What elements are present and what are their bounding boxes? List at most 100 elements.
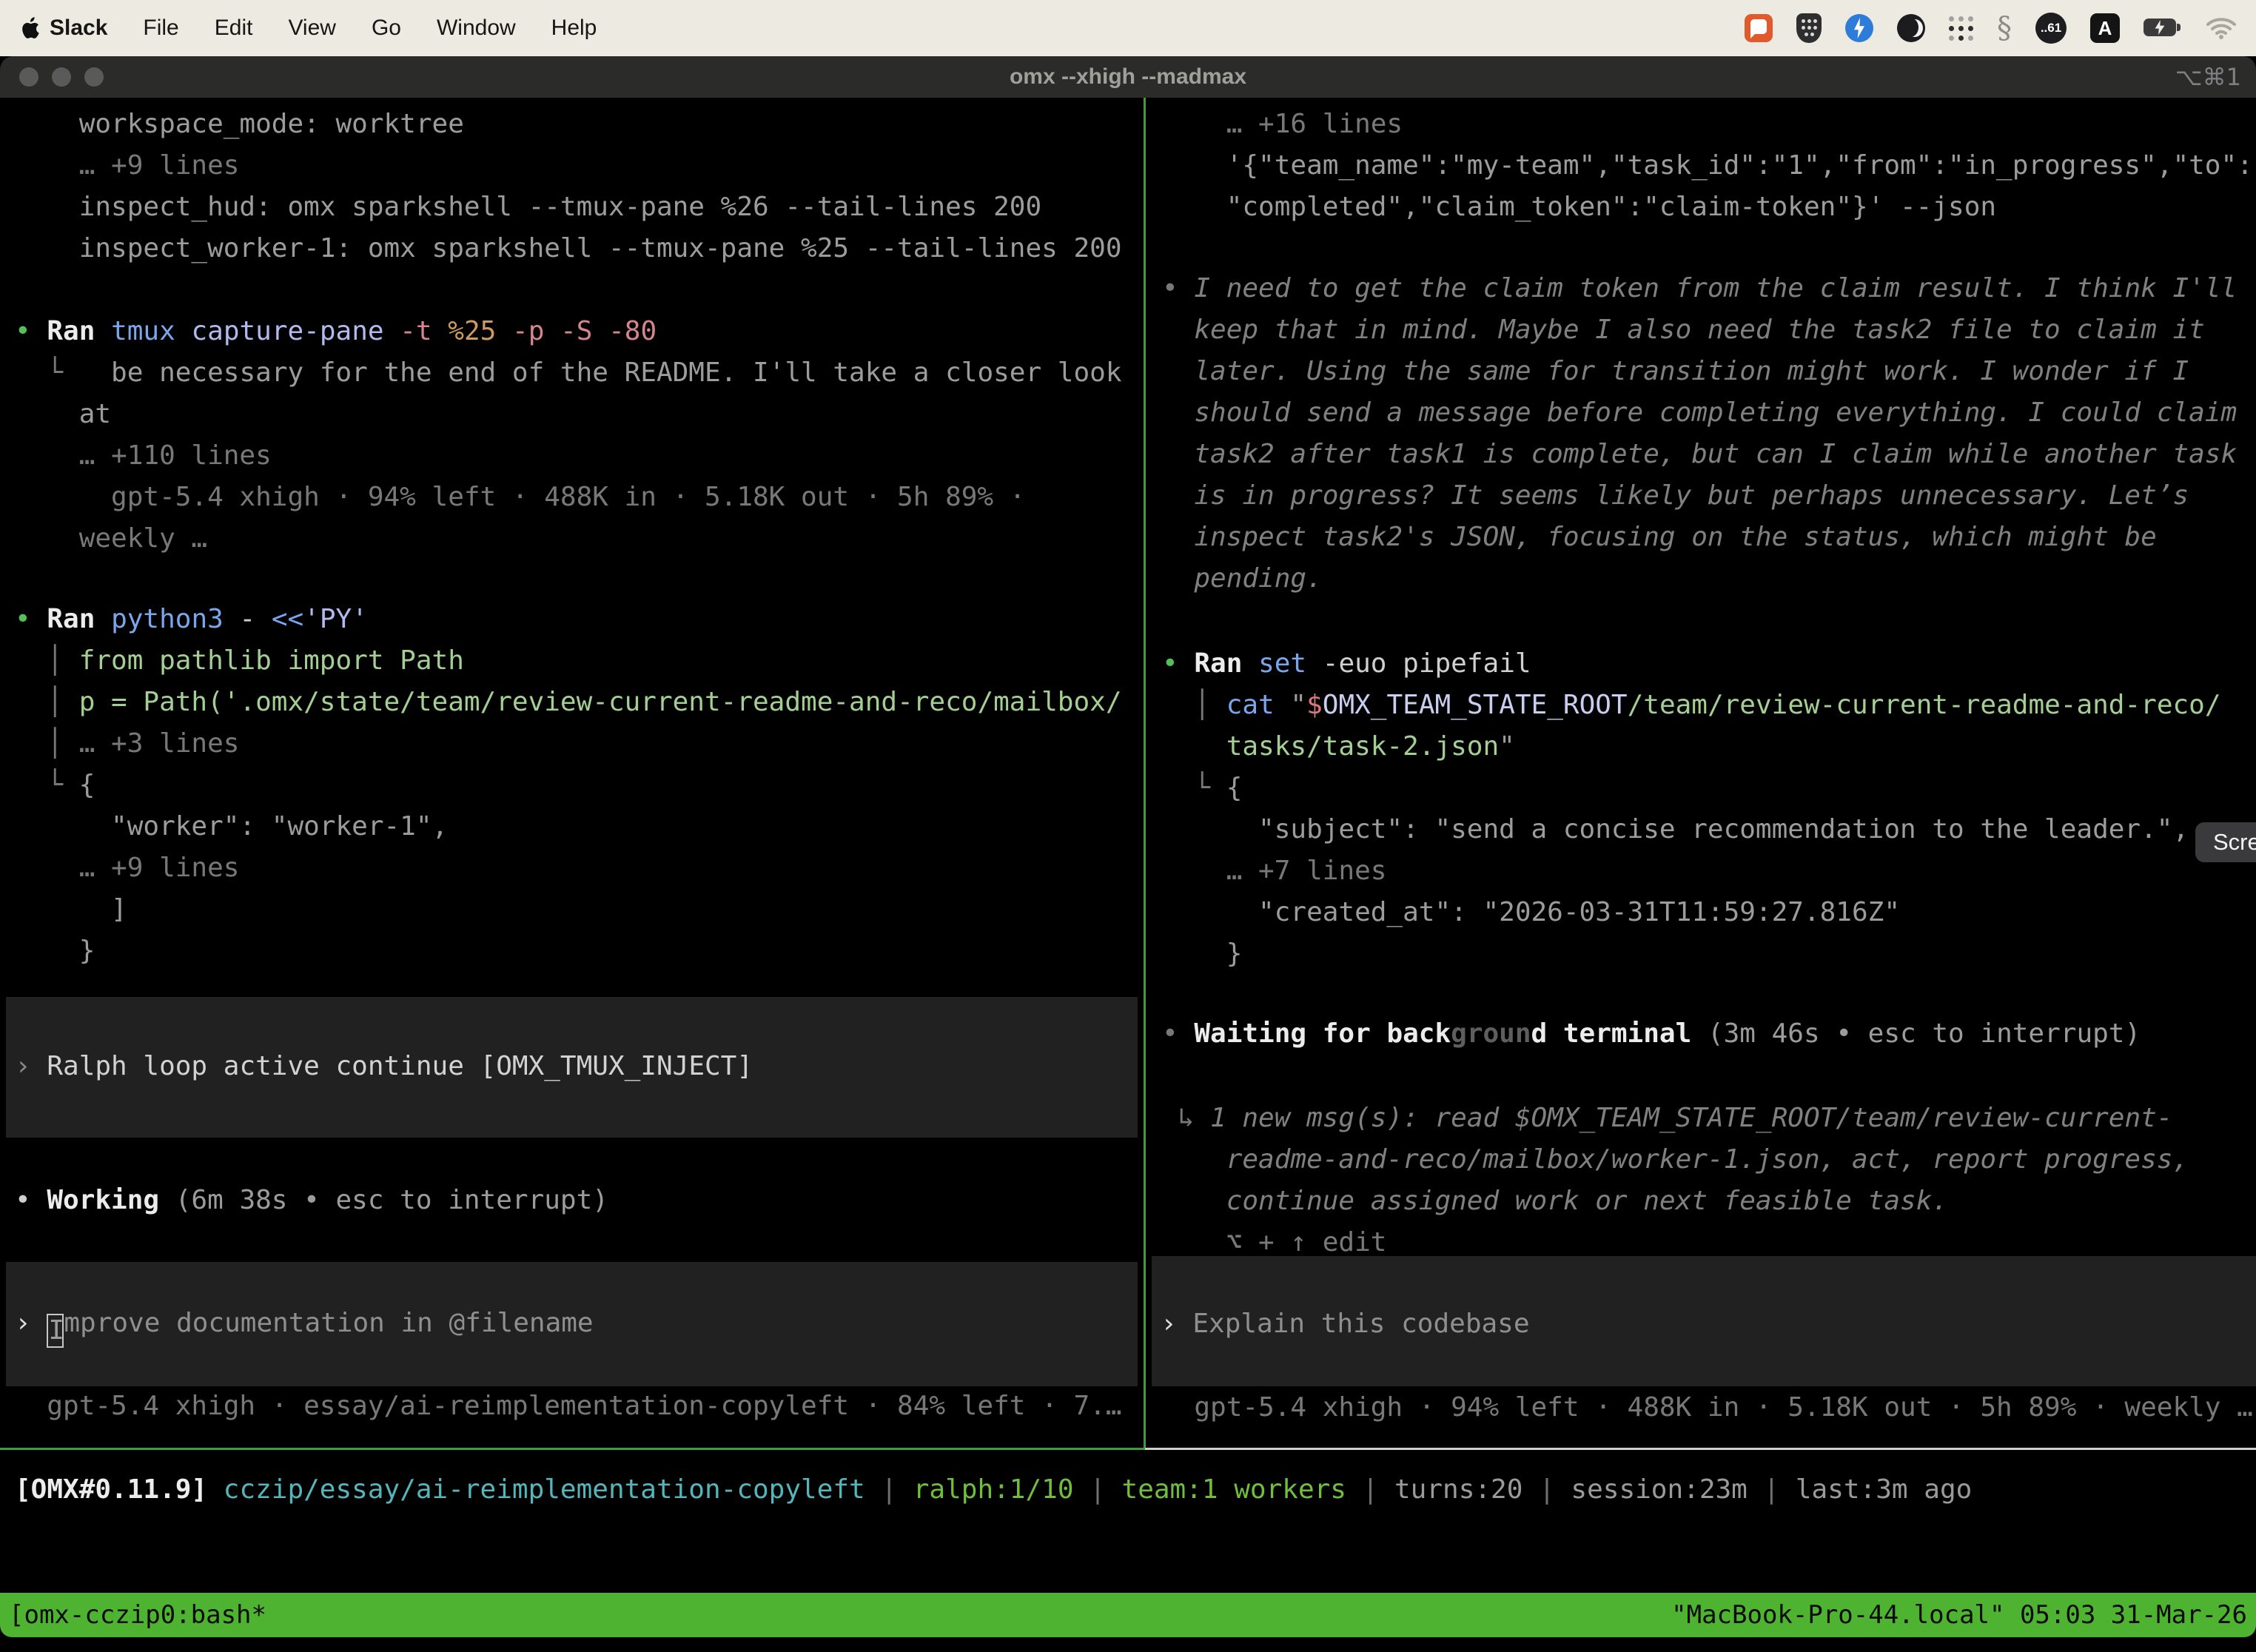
terminal-line: } [15, 930, 1122, 972]
tmux-host-clock-label: "MacBook-Pro-44.local" 05:03 31-Mar-26 [1671, 1600, 2247, 1630]
left-prompt-input-line: › Improve documentation in @filename [15, 1303, 594, 1344]
tmux-vertical-pane-divider[interactable] [1144, 98, 1146, 1448]
menu-app-name[interactable]: Slack [50, 16, 107, 41]
terminal-line: • Ran python3 - <<'PY' [15, 599, 1122, 640]
terminal-line: │ from pathlib import Path [15, 640, 1122, 682]
screen: Slack File Edit View Go Window Help § . [0, 0, 2256, 1652]
ralph-loop-banner-line: › Ralph loop active continue [OMX_TMUX_I… [15, 1046, 753, 1087]
terminal-line: gpt-5.4 xhigh · 94% left · 488K in · 5.1… [1162, 1387, 2253, 1428]
terminal-line: ] [15, 889, 1122, 930]
menu-file[interactable]: File [143, 16, 178, 41]
terminal-line: should send a message before completing … [1162, 392, 2237, 434]
terminal-line: inspect_hud: omx sparkshell --tmux-pane … [15, 187, 1122, 228]
chevron-prompt-icon: › [15, 1308, 47, 1338]
terminal-line: └ be necessary for the end of the README… [15, 352, 1122, 394]
terminal-line: │ cat "$OMX_TEAM_STATE_ROOT/team/review-… [1162, 685, 2221, 726]
terminal-line: … +9 lines [15, 145, 1122, 187]
menu-edit[interactable]: Edit [215, 16, 253, 41]
terminal-line: │ … +3 lines [15, 723, 1122, 765]
window-keystroke-badge: ⌥⌘1 [2175, 56, 2241, 98]
terminal-line: gpt-5.4 xhigh · essay/ai-reimplementatio… [15, 1386, 1122, 1427]
terminal-line: ↳ 1 new msg(s): read $OMX_TEAM_STATE_ROO… [1162, 1098, 2189, 1139]
left-prompt-input[interactable]: › Improve documentation in @filename [6, 1262, 1138, 1386]
dots-grid-icon[interactable] [1949, 16, 1973, 41]
terminal-line: … +7 lines [1162, 850, 2221, 892]
tmux-horizontal-divider-right[interactable] [1145, 1448, 2256, 1450]
menu-window[interactable]: Window [437, 16, 516, 41]
dark-crescent-icon[interactable] [1897, 14, 1925, 42]
terminal-line: pending. [1162, 558, 2237, 600]
screen-overlay-button[interactable]: Scre [2195, 822, 2256, 862]
terminal-line: └ { [1162, 768, 2221, 809]
apple-menu-icon[interactable] [19, 16, 39, 40]
ralph-loop-banner: › Ralph loop active continue [OMX_TMUX_I… [6, 997, 1138, 1138]
terminal-line: tasks/task-2.json" [1162, 726, 2221, 768]
terminal-line: task2 after task1 is complete, but can I… [1162, 434, 2237, 475]
terminal-line: } [1162, 933, 2221, 975]
terminal-block: • Waiting for background terminal (3m 46… [1162, 1013, 2141, 1055]
terminal-line: • I need to get the claim token from the… [1162, 268, 2237, 309]
orange-chat-icon[interactable] [1745, 14, 1773, 42]
terminal-line: continue assigned work or next feasible … [1162, 1181, 2189, 1222]
terminal-line: • Working (6m 38s • esc to interrupt) [15, 1180, 608, 1221]
terminal-line: "worker": "worker-1", [15, 806, 1122, 847]
wifi-icon[interactable] [2206, 16, 2237, 40]
terminal-line: readme-and-reco/mailbox/worker-1.json, a… [1162, 1139, 2189, 1181]
input-source-icon[interactable]: A [2090, 13, 2120, 43]
terminal-block: • Ran python3 - <<'PY' │ from pathlib im… [15, 599, 1122, 972]
terminal-line: … +110 lines [15, 435, 1122, 477]
terminal-line: is in progress? It seems likely but perh… [1162, 475, 2237, 517]
terminal-line: inspect_worker-1: omx sparkshell --tmux-… [15, 228, 1122, 269]
tmux-status-bar: [omx-cczip0:bash* "MacBook-Pro-44.local"… [0, 1593, 2256, 1637]
terminal-block: … +16 lines '{"team_name":"my-team","tas… [1162, 104, 2253, 228]
right-prompt-input-line: › Explain this codebase [1161, 1303, 1530, 1345]
text-cursor: I [47, 1314, 64, 1348]
terminal-block: • Ran tmux capture-pane -t %25 -p -S -80… [15, 311, 1122, 560]
terminal-line: "completed","claim_token":"claim-token"}… [1162, 187, 2253, 228]
terminal-block: • Ran set -euo pipefail │ cat "$OMX_TEAM… [1162, 643, 2221, 975]
terminal-line: ⌥ + ↑ edit [1162, 1222, 2189, 1263]
menubar-status-icons: § ..61 A [1745, 13, 2237, 44]
omx-session-status-line: [OMX#0.11.9] cczip/essay/ai-reimplementa… [15, 1469, 1972, 1511]
terminal-block: • Working (6m 38s • esc to interrupt) [15, 1180, 608, 1221]
tmux-horizontal-divider-left[interactable] [0, 1448, 1145, 1450]
terminal-block: gpt-5.4 xhigh · 94% left · 488K in · 5.1… [1162, 1387, 2253, 1428]
terminal-line: keep that in mind. Maybe I also need the… [1162, 309, 2237, 351]
percent-badge-icon[interactable]: ..61 [2035, 13, 2067, 44]
terminal-block: ↳ 1 new msg(s): read $OMX_TEAM_STATE_ROO… [1162, 1098, 2189, 1263]
menu-list: Slack File Edit View Go Window Help [50, 16, 597, 41]
tmux-session-label: [omx-cczip0:bash* [9, 1600, 266, 1630]
blue-bolt-badge-icon[interactable] [1845, 14, 1873, 42]
terminal-line: weekly … [15, 518, 1122, 560]
window-title: omx --xhigh --madmax [0, 56, 2256, 98]
terminal-line: at [15, 394, 1122, 435]
terminal-line: • Waiting for background terminal (3m 46… [1162, 1013, 2141, 1055]
chevron-prompt-icon: › [15, 1051, 47, 1081]
shield-grid-icon[interactable] [1796, 13, 1822, 43]
menu-help[interactable]: Help [551, 16, 597, 41]
terminal-line: "created_at": "2026-03-31T11:59:27.816Z" [1162, 892, 2221, 933]
terminal-line: └ { [15, 765, 1122, 806]
menu-view[interactable]: View [288, 16, 335, 41]
terminal-line: • Ran set -euo pipefail [1162, 643, 2221, 685]
squiggle-icon[interactable]: § [1997, 13, 2012, 43]
right-prompt-input[interactable]: › Explain this codebase [1152, 1256, 2256, 1386]
terminal-line: │ p = Path('.omx/state/team/review-curre… [15, 682, 1122, 723]
terminal-line: gpt-5.4 xhigh · 94% left · 488K in · 5.1… [15, 477, 1122, 518]
terminal-line: … +9 lines [15, 847, 1122, 889]
battery-icon[interactable] [2143, 19, 2182, 38]
terminal-block: workspace_mode: worktree … +9 lines insp… [15, 104, 1122, 269]
menu-go[interactable]: Go [372, 16, 401, 41]
terminal-line: later. Using the same for transition mig… [1162, 351, 2237, 392]
terminal-line: workspace_mode: worktree [15, 104, 1122, 145]
terminal-block: gpt-5.4 xhigh · essay/ai-reimplementatio… [15, 1386, 1122, 1427]
terminal-line: • Ran tmux capture-pane -t %25 -p -S -80 [15, 311, 1122, 352]
macos-menu-bar: Slack File Edit View Go Window Help § . [0, 0, 2256, 56]
terminal-line: '{"team_name":"my-team","task_id":"1","f… [1162, 145, 2253, 187]
terminal-block: • I need to get the claim token from the… [1162, 268, 2237, 600]
chevron-prompt-icon: › [1161, 1309, 1192, 1339]
ralph-loop-banner-text: Ralph loop active continue [OMX_TMUX_INJ… [47, 1051, 753, 1081]
right-input-placeholder: Explain this codebase [1192, 1309, 1529, 1339]
terminal-content[interactable]: › Ralph loop active continue [OMX_TMUX_I… [0, 98, 2256, 1593]
terminal-line: … +16 lines [1162, 104, 2253, 145]
